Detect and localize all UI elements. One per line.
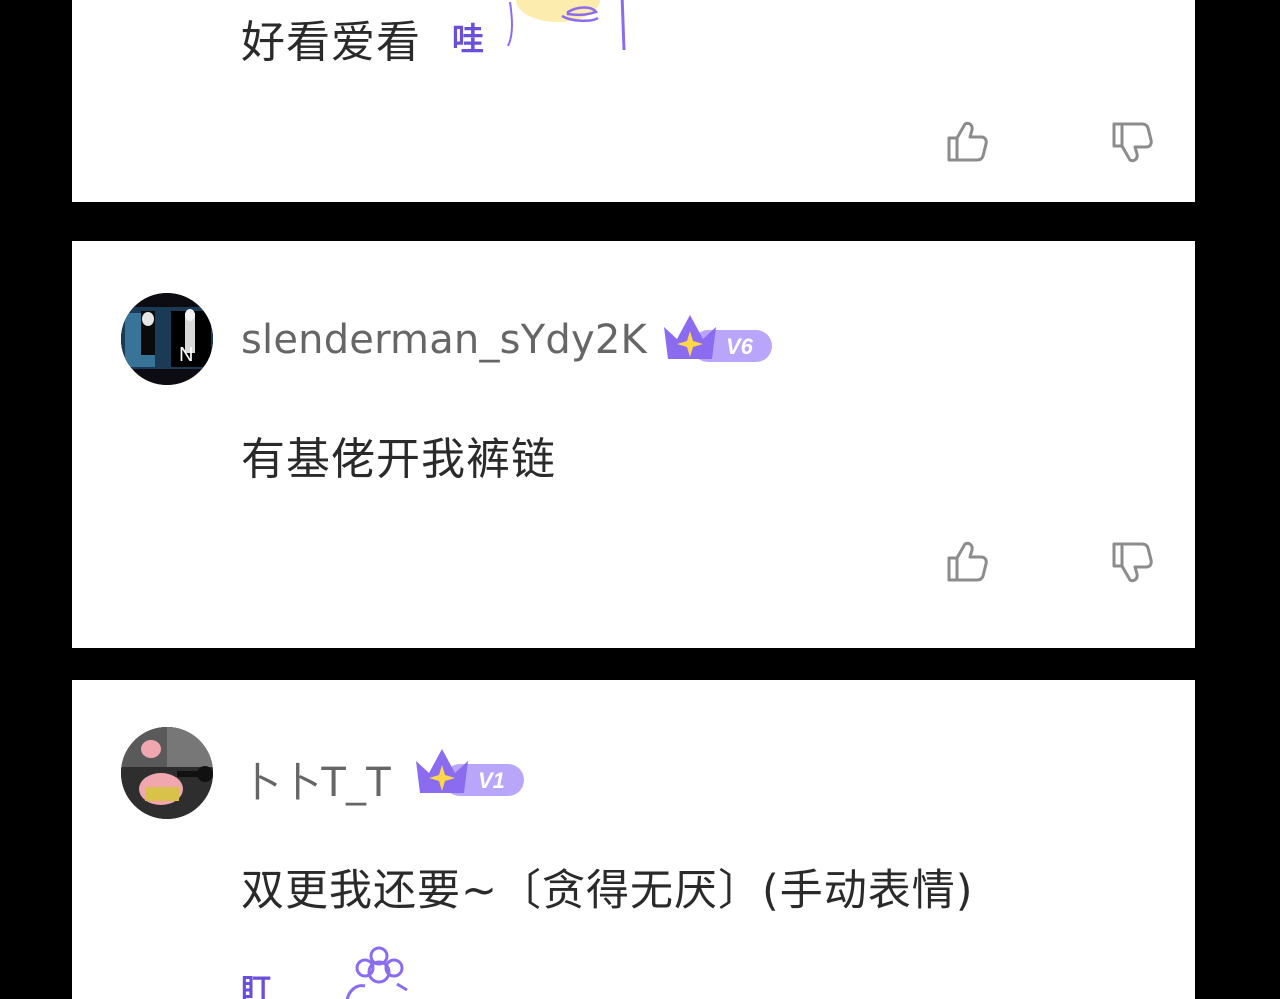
comment-card: 好看爱看 哇 — [72, 0, 1195, 202]
flower-sticker-icon: 盯 — [241, 946, 408, 999]
comment-text: 好看爱看 — [241, 17, 421, 68]
comment-card: N slenderman_sYdy2K V6 有基佬开我裤链 — [72, 241, 1195, 648]
vip-level-label: V1 — [478, 768, 505, 793]
comment-feed: 好看爱看 哇 N slenderman_sYdy2K V6 有基佬开我裤链 卜卜… — [0, 0, 1280, 999]
sticker-label: 哇 — [452, 20, 484, 56]
sticker-label: 盯 — [241, 973, 271, 999]
comment-text: 双更我还要~〔贪得无厌〕(手动表情) — [241, 866, 974, 916]
comment-card: 卜卜T_T V1 双更我还要~〔贪得无厌〕(手动表情) 盯 — [72, 680, 1195, 999]
crown-badge-icon: V6 — [664, 315, 772, 362]
vip-level-label: V6 — [726, 334, 754, 359]
svg-text:N: N — [179, 344, 193, 366]
username[interactable]: slenderman_sYdy2K — [241, 317, 647, 363]
thumbs-up-icon[interactable] — [943, 118, 991, 166]
username[interactable]: 卜卜T_T — [241, 750, 391, 808]
thumbs-down-icon[interactable] — [1108, 118, 1156, 166]
comment-text: 有基佬开我裤链 — [241, 434, 556, 485]
thumbs-down-icon[interactable] — [1108, 538, 1156, 586]
wa-sticker-icon: 哇 — [452, 0, 626, 56]
thumbs-up-icon[interactable] — [943, 538, 991, 586]
crown-badge-icon: V1 — [416, 749, 524, 796]
patrick-star-avatar[interactable] — [121, 727, 213, 819]
slenderman-avatar[interactable]: N — [121, 293, 213, 385]
